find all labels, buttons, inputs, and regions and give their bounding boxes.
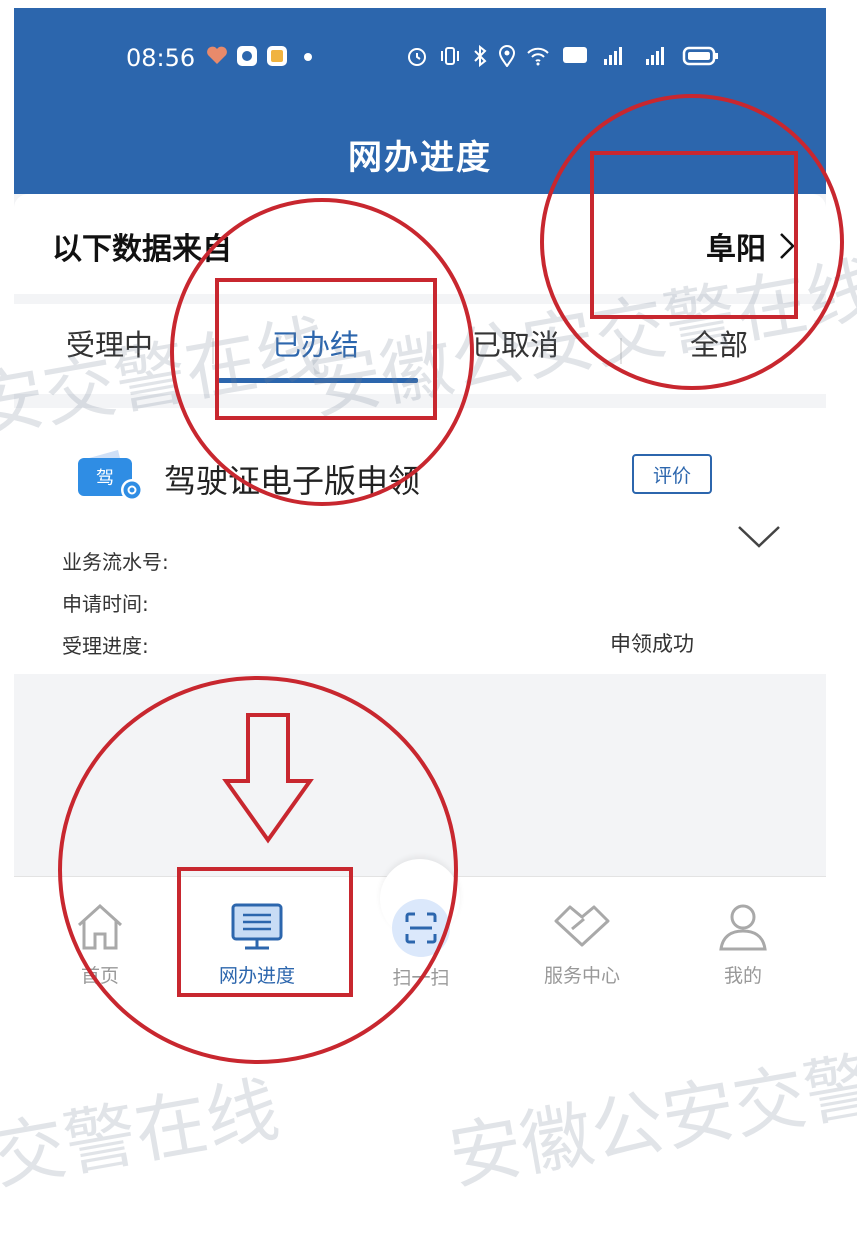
bluetooth-icon: [472, 45, 488, 67]
application-time-label: 申请时间:: [62, 592, 149, 616]
tab-cancelled[interactable]: 已取消: [472, 322, 559, 364]
card-icon-glyph: 驾: [96, 468, 114, 489]
active-tab-indicator: [218, 378, 418, 383]
nav-profile[interactable]: 我的: [683, 899, 803, 988]
scan-button[interactable]: [392, 899, 450, 957]
phone-screen: 08:56 网办进度 以下数据来自 阜阳 受理中 已办结 已取消 全部 驾 驾驶…: [14, 8, 826, 1117]
application-card[interactable]: 驾 驾驶证电子版申领 评价 业务流水号: 申请时间: 受理进度: 申领成功: [14, 408, 826, 674]
scan-icon: [405, 912, 437, 944]
monitor-icon: [231, 903, 283, 950]
app-header: 08:56 网办进度: [14, 8, 826, 194]
tab-all[interactable]: 全部: [690, 322, 748, 364]
nav-home[interactable]: 首页: [40, 899, 160, 988]
chevron-down-icon[interactable]: [736, 524, 782, 554]
tab-processing[interactable]: 受理中: [66, 322, 153, 364]
service-title: 驾驶证电子版申领: [164, 462, 421, 500]
bottom-blank-area: [14, 1006, 826, 1117]
nav-label: 扫一扫: [392, 967, 450, 989]
heart-icon: [206, 45, 228, 65]
nav-label: 网办进度: [218, 965, 295, 987]
driving-license-icon: 驾: [76, 446, 146, 502]
progress-status: 申领成功: [610, 632, 694, 656]
status-bar: 08:56: [14, 38, 826, 78]
app-notification-icon: [236, 45, 258, 67]
data-source-row: 以下数据来自 阜阳: [14, 194, 826, 294]
tab-completed[interactable]: 已办结: [272, 322, 359, 364]
progress-label: 受理进度:: [62, 634, 149, 658]
user-icon: [719, 904, 767, 951]
alarm-icon: [406, 45, 428, 67]
page-title: 网办进度: [348, 138, 492, 178]
city-name: 阜阳: [706, 232, 766, 267]
serial-number-label: 业务流水号:: [62, 550, 169, 574]
nav-service-center[interactable]: 服务中心: [522, 899, 642, 988]
signal-4g-icon: [640, 45, 668, 67]
nav-label: 我的: [723, 965, 762, 987]
signal-5g-icon: [598, 45, 626, 67]
nav-label: 服务中心: [543, 965, 620, 987]
home-icon: [77, 903, 123, 950]
nav-progress[interactable]: 网办进度: [197, 899, 317, 988]
wifi-icon: [526, 45, 550, 67]
rate-button[interactable]: 评价: [632, 454, 712, 494]
hd-icon: [562, 45, 588, 65]
city-selector[interactable]: 阜阳: [706, 224, 796, 268]
chevron-right-icon: [780, 233, 795, 259]
vibrate-icon: [438, 45, 462, 67]
tab-divider: [620, 338, 622, 364]
app-notification-icon: [266, 45, 288, 67]
tab-divider: [212, 338, 214, 364]
data-source-label: 以下数据来自: [52, 232, 232, 267]
battery-icon: [682, 45, 720, 67]
bottom-navigation: 首页 网办进度 扫一扫 服务中心 我的: [14, 859, 826, 1007]
handshake-icon: [554, 905, 610, 947]
dot-icon: [304, 53, 312, 61]
nav-label: 首页: [80, 965, 119, 987]
status-time: 08:56: [126, 44, 196, 72]
location-icon: [498, 45, 516, 67]
status-tabs: 受理中 已办结 已取消 全部: [14, 304, 826, 394]
